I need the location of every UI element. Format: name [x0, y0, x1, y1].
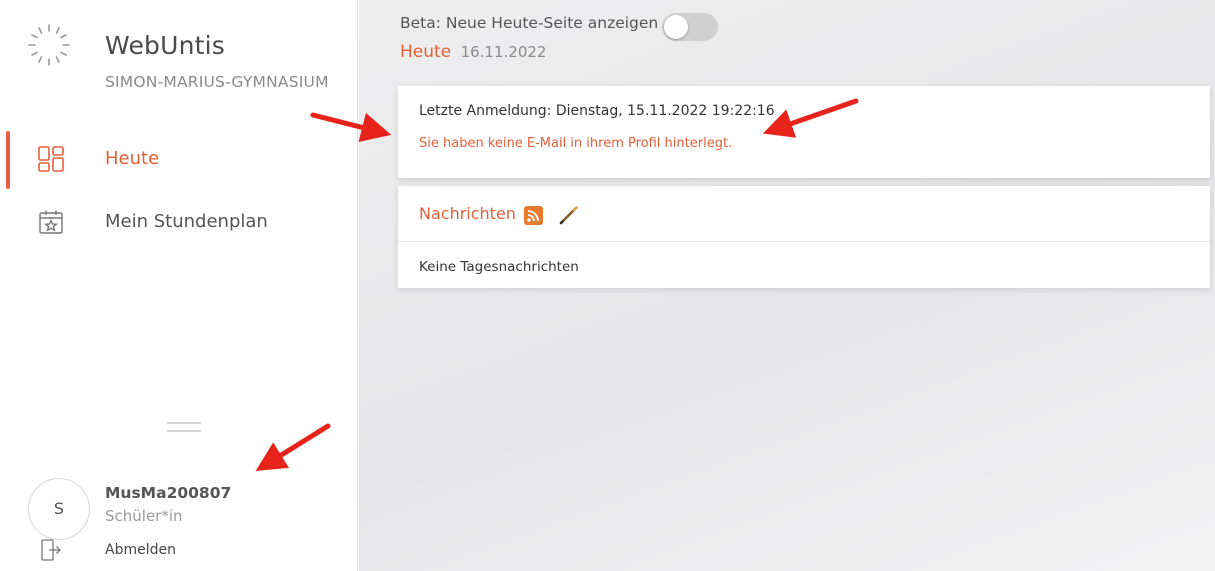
pencil-icon[interactable] — [558, 204, 580, 226]
sidebar-collapse-handle[interactable] — [167, 422, 201, 434]
calendar-star-icon — [39, 210, 63, 234]
news-title: Nachrichten — [419, 204, 516, 223]
user-name: MusMa200807 — [105, 484, 232, 502]
sidebar-item-heute[interactable]: Heute — [0, 131, 357, 189]
beta-toggle-label: Beta: Neue Heute-Seite anzeigen — [400, 14, 659, 32]
handle-line — [167, 430, 201, 432]
news-card-header: Nachrichten — [398, 186, 1210, 242]
sidebar-item-label: Heute — [105, 148, 160, 169]
sidebar: WebUntis SIMON-MARIUS-GYMNASIUM Heute Me… — [0, 0, 358, 571]
app-window: WebUntis SIMON-MARIUS-GYMNASIUM Heute Me… — [0, 0, 1215, 571]
toggle-knob — [664, 15, 688, 39]
page-heading: Heute 16.11.2022 — [400, 42, 546, 62]
rss-feed-icon[interactable] — [524, 206, 543, 225]
webuntis-logo-icon — [28, 24, 70, 66]
user-role: Schüler*in — [105, 507, 183, 525]
active-indicator — [6, 131, 10, 189]
sidebar-item-label: Mein Stundenplan — [105, 211, 268, 232]
logout-link[interactable]: Abmelden — [105, 542, 176, 558]
school-name: SIMON-MARIUS-GYMNASIUM — [105, 73, 329, 91]
news-card: Nachrichten Keine Tagesnachrichten — [398, 186, 1210, 288]
login-info-card: Letzte Anmeldung: Dienstag, 15.11.2022 1… — [398, 86, 1210, 178]
handle-line — [167, 422, 201, 424]
last-login-text: Letzte Anmeldung: Dienstag, 15.11.2022 1… — [419, 103, 775, 119]
beta-toggle-switch[interactable] — [662, 13, 718, 41]
sidebar-item-mein-stundenplan[interactable]: Mein Stundenplan — [0, 194, 357, 250]
app-title: WebUntis — [105, 31, 226, 60]
logout-icon[interactable] — [40, 538, 62, 562]
email-warning-link[interactable]: Sie haben keine E-Mail in ihrem Profil h… — [419, 136, 732, 151]
user-avatar[interactable]: S — [28, 478, 90, 540]
page-title: Heute — [400, 42, 452, 62]
news-empty-text: Keine Tagesnachrichten — [419, 259, 579, 275]
page-date: 16.11.2022 — [460, 43, 547, 61]
dashboard-grid-icon — [38, 146, 64, 172]
